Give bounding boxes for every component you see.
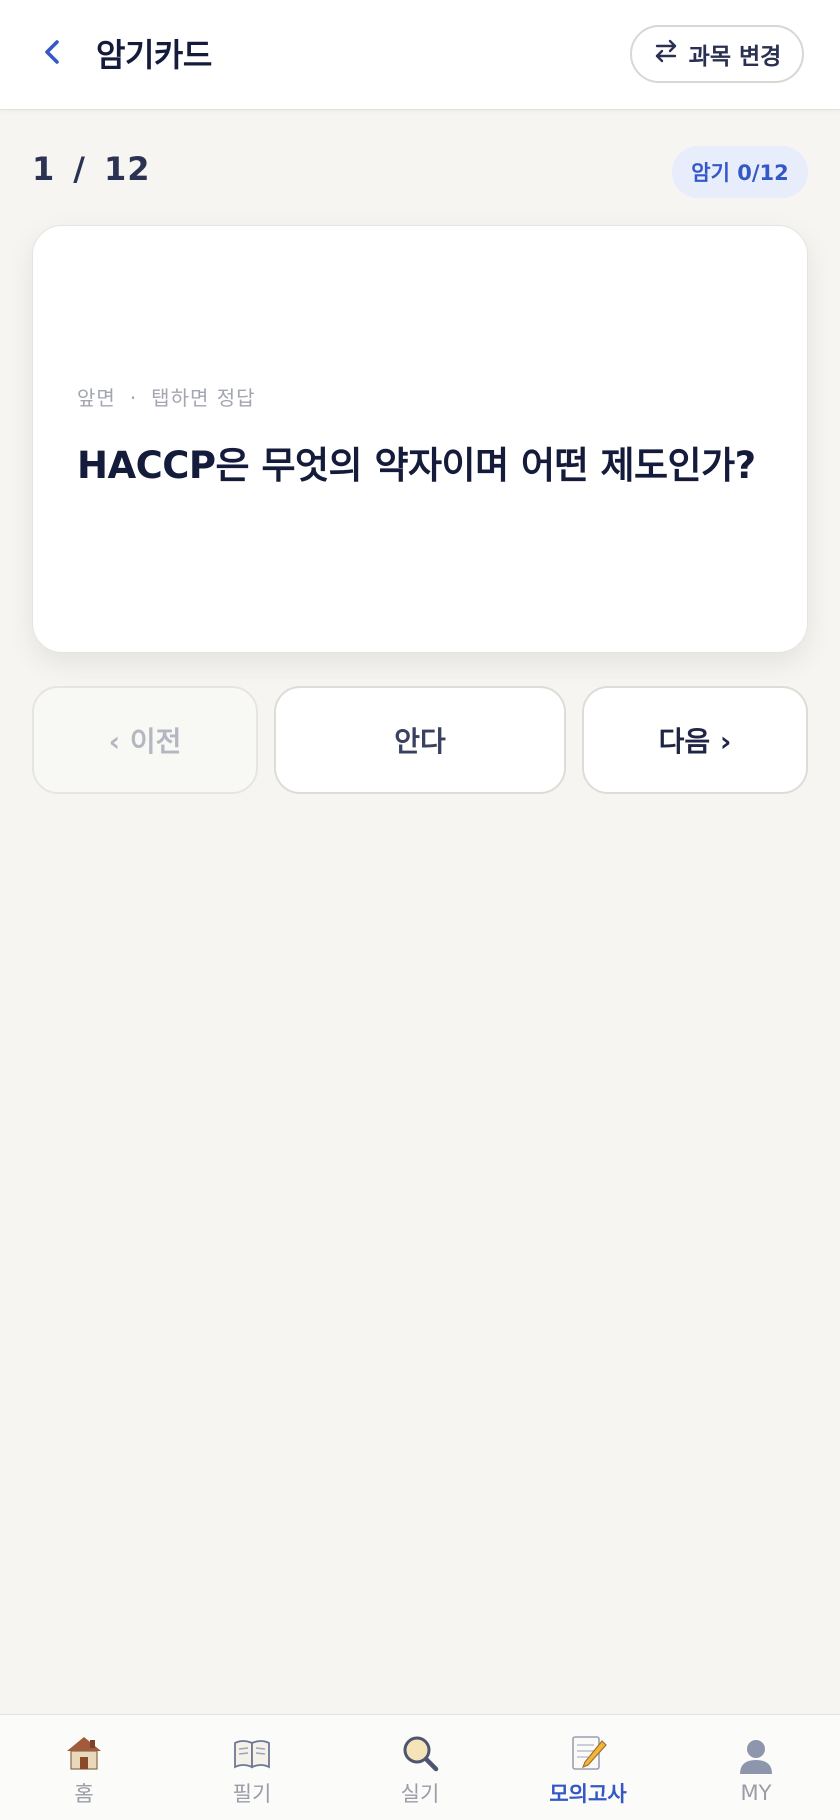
nav-label-written: 필기 [232,1781,272,1806]
total-card-count: 12 [103,150,151,188]
magnifier-icon [399,1732,441,1774]
change-subject-button[interactable]: 과목 변경 [630,25,804,83]
nav-item-written[interactable]: 필기 [168,1715,336,1820]
card-progress-counter: 1 / 12 [32,150,150,188]
progress-separator: / [73,150,86,188]
hint-dot: · [129,386,138,410]
page-title: 암기카드 [96,36,212,74]
memo-pencil-icon [567,1732,609,1774]
back-button[interactable] [30,32,74,76]
flashcard-screen: 암기카드 과목 변경 1 / 12 암기 0/12 앞면 · 탭하면 정답 HACCP은… [0,0,840,1820]
nav-item-mock-exam[interactable]: 모의고사 [504,1715,672,1820]
nav-label-practical: 실기 [400,1781,440,1806]
card-side-label: 앞면 [77,386,116,410]
open-book-icon [231,1732,273,1774]
change-subject-label: 과목 변경 [688,44,782,70]
flash-card[interactable]: 앞면 · 탭하면 정답 HACCP은 무엇의 약자이며 어떤 제도인가? [32,225,808,653]
house-icon [63,1732,105,1774]
previous-button[interactable]: ‹ 이전 [32,686,258,794]
nav-label-my: MY [740,1780,772,1805]
nav-item-my[interactable]: MY [672,1715,840,1820]
memorized-count-badge: 암기 0/12 [672,146,808,198]
nav-item-practical[interactable]: 실기 [336,1715,504,1820]
top-app-bar: 암기카드 과목 변경 [0,0,840,110]
nav-label-home: 홈 [74,1781,94,1806]
bottom-navigation: 홈 필기 실기 모의고사 MY [0,1714,840,1820]
current-card-number: 1 [32,150,56,188]
tap-hint-label: 탭하면 정답 [151,386,256,410]
card-hint: 앞면 · 탭하면 정답 [77,382,256,411]
next-button[interactable]: 다음 › [582,686,808,794]
nav-label-mock-exam: 모의고사 [549,1781,627,1806]
nav-item-home[interactable]: 홈 [0,1715,168,1820]
chevron-left-icon [41,37,63,71]
card-question: HACCP은 무엇의 약자이며 어떤 제도인가? [77,444,756,487]
know-button[interactable]: 안다 [274,686,566,794]
swap-arrows-icon [653,38,679,70]
user-silhouette-icon [735,1735,777,1777]
